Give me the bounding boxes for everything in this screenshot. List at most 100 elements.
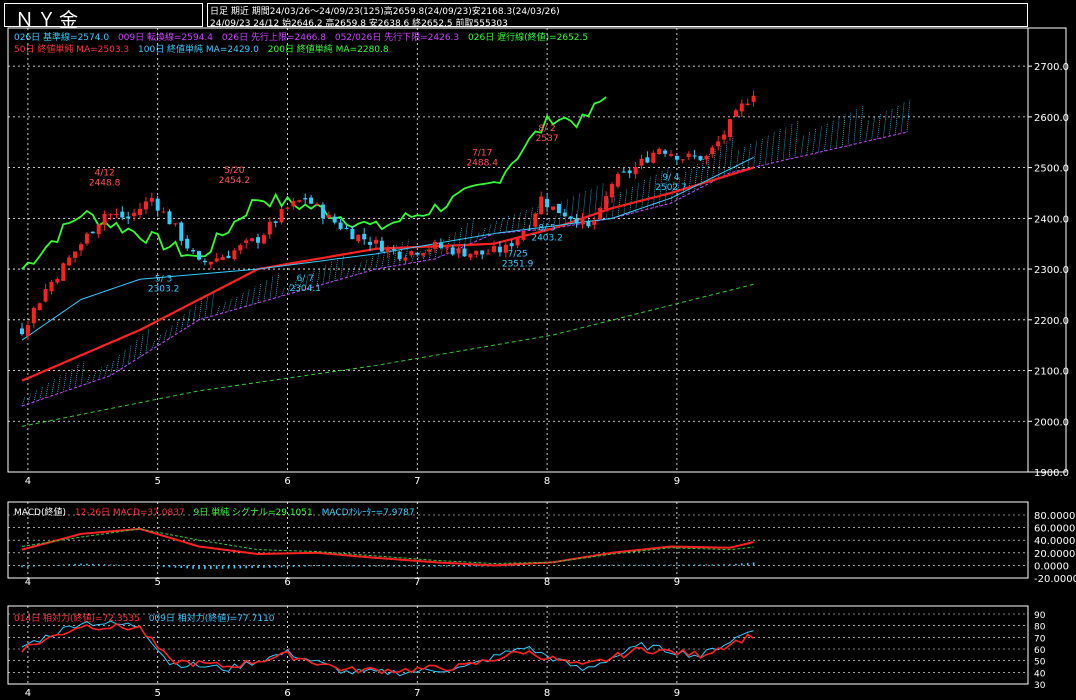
candle-body	[409, 251, 414, 256]
cloud-hatch	[806, 131, 811, 156]
candle-body	[167, 211, 172, 225]
candle-body	[143, 201, 148, 210]
candle-body	[37, 303, 42, 311]
candle-body	[497, 246, 502, 253]
cloud-hatch	[198, 298, 203, 320]
candle-body	[291, 201, 296, 207]
candle-body	[604, 196, 609, 210]
annotation-value: 2303.2	[148, 284, 180, 294]
cloud-hatch	[517, 211, 521, 232]
cloud-hatch	[145, 328, 150, 354]
cloud-hatch	[275, 273, 280, 298]
candle-body	[191, 250, 196, 252]
cloud-hatch	[841, 114, 846, 148]
cloud-hatch	[33, 389, 38, 403]
rsi-line	[21, 622, 755, 675]
candle-body	[238, 245, 243, 251]
cloud-hatch	[27, 393, 32, 405]
annotation-value: 2304.1	[289, 284, 321, 294]
cloud-hatch	[824, 123, 828, 152]
outer-frame	[7, 27, 1067, 473]
candle-body	[551, 206, 555, 210]
cloud-hatch	[163, 329, 167, 343]
candle-body	[326, 214, 331, 218]
candle-body	[527, 228, 532, 230]
candle-body	[338, 222, 343, 229]
cloud-hatch	[328, 261, 333, 283]
cloud-hatch	[523, 209, 527, 232]
y-tick-label: 2200.0	[1034, 316, 1069, 327]
candle-body	[574, 218, 579, 224]
y-tick-label: 1900.0	[1034, 468, 1069, 479]
rsi-tick-label: 50	[1034, 658, 1046, 668]
annotation-date: 9/ 4	[662, 173, 680, 183]
candle-body	[674, 155, 679, 160]
cloud-hatch	[210, 292, 215, 317]
cloud-hatch	[511, 213, 516, 233]
candle-body	[309, 197, 314, 204]
cloud-hatch	[92, 370, 97, 382]
x-month-label: 7	[414, 577, 420, 588]
cloud-hatch	[641, 179, 645, 211]
cloud-hatch	[263, 279, 268, 302]
cloud-hatch	[788, 123, 793, 160]
candle-body	[533, 213, 538, 227]
candles	[20, 90, 756, 341]
cloud-hatch	[888, 108, 893, 137]
candle-body	[438, 243, 443, 248]
annotation-value: 2502.7	[655, 183, 687, 193]
macd-tick-label: 0.0000	[1034, 561, 1069, 572]
cloud-hatch	[334, 258, 339, 281]
candle-body	[31, 307, 36, 324]
cloud-hatch	[116, 355, 120, 372]
candle-body	[444, 247, 449, 249]
cloud-hatch	[464, 223, 468, 247]
cloud-hatch	[759, 137, 763, 166]
candle-body	[615, 174, 620, 187]
cloud-hatch	[829, 120, 834, 150]
cloud-hatch	[121, 349, 126, 369]
candle-body	[84, 233, 89, 244]
cloud-hatch	[357, 261, 362, 275]
candle-body	[267, 221, 272, 235]
candle-body	[232, 250, 237, 260]
candle-body	[197, 251, 201, 260]
chart-canvas: 4 4 4 5 5 5 6 6 6 7 7 7 8 8 8 9 9 9 2700.0 2600.0 2500.0 2400…	[7, 27, 1076, 699]
candle-body	[562, 212, 567, 217]
x-month-label: 9	[674, 476, 680, 487]
cloud-hatch	[770, 132, 775, 164]
candle-body	[521, 231, 526, 240]
cloud-hatch	[794, 120, 799, 158]
candle-body	[751, 95, 756, 102]
candle-body	[421, 253, 426, 256]
candle-body	[480, 250, 485, 255]
cloud-hatch	[894, 105, 899, 135]
candle-body	[114, 213, 119, 215]
annotation-value: 2351.9	[502, 260, 534, 270]
x-month-label: 5	[155, 688, 161, 699]
cloud-hatch	[239, 292, 244, 309]
macd-tick-label: 80.0000	[1034, 511, 1075, 522]
x-month-label: 4	[25, 476, 31, 487]
x-month-label: 5	[155, 476, 161, 487]
cloud-hatch	[859, 105, 864, 143]
candle-body	[692, 155, 697, 157]
candle-body	[722, 134, 727, 140]
cloud-hatch	[776, 129, 781, 162]
candle-body	[433, 241, 437, 249]
cloud-hatch	[245, 289, 250, 307]
cloud-hatch	[800, 134, 805, 157]
candle-body	[226, 255, 231, 259]
candle-body	[556, 203, 561, 214]
rsi-tick-label: 40	[1034, 669, 1046, 679]
candle-body	[344, 228, 349, 230]
annotation-value: 2537	[536, 134, 559, 144]
y-tick-label: 2700.0	[1034, 62, 1069, 73]
candle-body	[173, 223, 178, 225]
candle-body	[108, 214, 113, 216]
annotation-date: 8/ 2	[538, 124, 555, 134]
annotation-date: 8/ 5	[538, 224, 555, 234]
candle-body	[25, 325, 30, 336]
cloud-hatch	[74, 364, 79, 388]
x-month-label: 4	[25, 577, 31, 588]
